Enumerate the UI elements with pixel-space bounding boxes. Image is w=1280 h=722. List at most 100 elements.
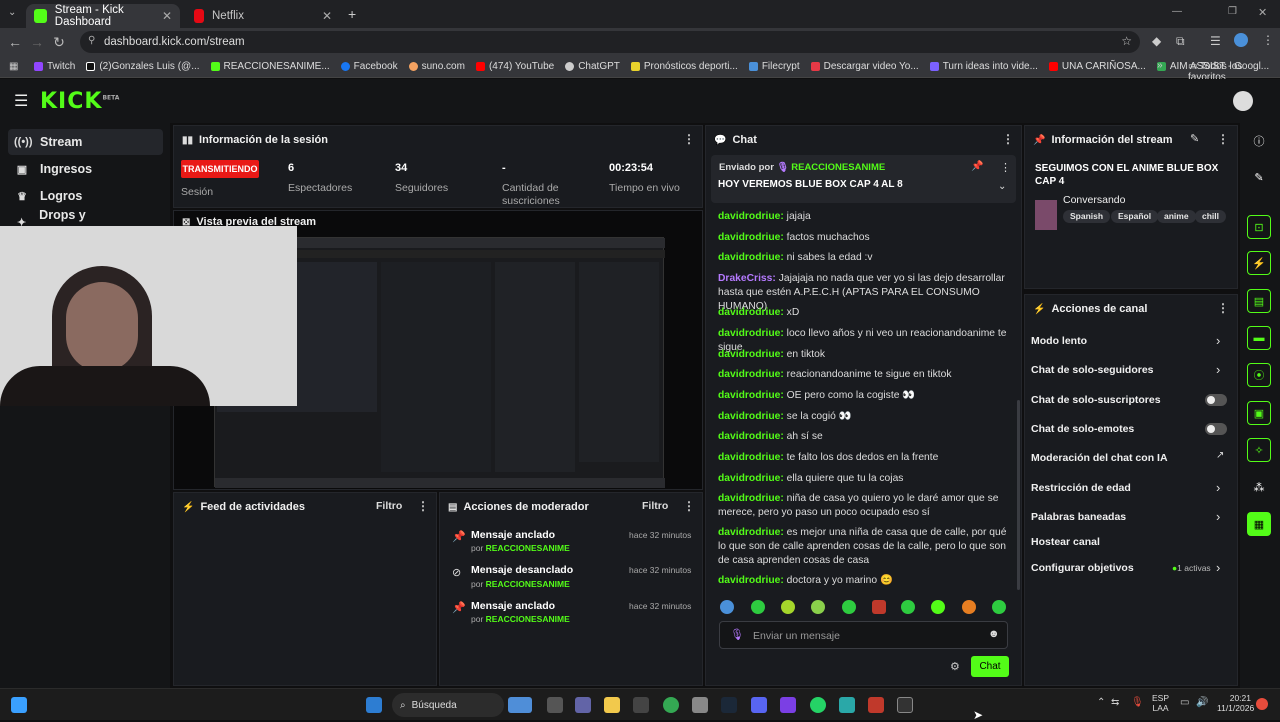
- search-highlight-icon[interactable]: [508, 697, 532, 713]
- url-field[interactable]: ⚲ dashboard.kick.com/stream ☆: [80, 31, 1140, 53]
- chat-message[interactable]: davidrodriue: te falto los dos dedos en …: [718, 451, 1008, 465]
- chat-menu-icon[interactable]: ⋮: [1002, 132, 1014, 146]
- chat-message[interactable]: davidrodriue: ni sabes la edad :v: [718, 251, 1008, 265]
- chat-message[interactable]: davidrodriue: xD: [718, 306, 1008, 320]
- file-explorer-icon[interactable]: [604, 697, 620, 713]
- chat-message[interactable]: davidrodriue: ah sí se: [718, 430, 1008, 444]
- task-view-icon[interactable]: [547, 697, 563, 713]
- volume-icon[interactable]: 🔊: [1196, 697, 1208, 708]
- emote-icon[interactable]: [872, 600, 886, 614]
- bookmark-item[interactable]: REACCIONESANIME...: [210, 61, 330, 72]
- taskbar-search[interactable]: ⌕ Búsqueda: [392, 693, 504, 717]
- extension-icon[interactable]: ◆: [1152, 34, 1161, 48]
- mod-menu-icon[interactable]: ⋮: [683, 499, 695, 513]
- network-icon[interactable]: ⇆: [1111, 697, 1119, 708]
- display-icon[interactable]: ▭: [1180, 697, 1189, 708]
- chat-message[interactable]: davidrodriue: en tiktok: [718, 348, 1008, 362]
- action-age-restriction[interactable]: Restricción de edad: [1031, 482, 1221, 494]
- action-followers-only[interactable]: Chat de solo-seguidores: [1031, 364, 1221, 376]
- bookmark-item[interactable]: (2)Gonzales Luis (@...: [86, 61, 200, 72]
- activity-filter-button[interactable]: Filtro: [376, 500, 402, 512]
- sidebar-item-ingresos[interactable]: ▣ Ingresos: [8, 156, 163, 182]
- notification-icon[interactable]: [1256, 698, 1268, 710]
- nodes-icon[interactable]: ⁂: [1247, 475, 1271, 499]
- tray-chevron-icon[interactable]: ⌃: [1097, 697, 1105, 708]
- minimize-icon[interactable]: —: [1172, 6, 1182, 17]
- close-tab-icon[interactable]: ✕: [162, 9, 172, 23]
- chevron-right-icon[interactable]: ›: [1216, 480, 1220, 495]
- site-info-icon[interactable]: ⚲: [88, 35, 95, 46]
- target-icon[interactable]: ⊡: [1247, 215, 1271, 239]
- teams-icon[interactable]: [575, 697, 591, 713]
- action-emotes-only[interactable]: Chat de solo-emotes: [1031, 423, 1221, 435]
- chat-message[interactable]: davidrodriue: factos muchachos: [718, 231, 1008, 245]
- chat-message[interactable]: davidrodriue: ella quiere que tu la coja…: [718, 472, 1008, 486]
- tag-chip[interactable]: chill: [1195, 210, 1227, 223]
- widgets-icon[interactable]: [11, 697, 27, 713]
- layout-icon[interactable]: ▣: [1247, 401, 1271, 425]
- back-icon[interactable]: ←: [4, 34, 26, 50]
- channel-menu-icon[interactable]: ⋮: [1217, 301, 1229, 315]
- steam-icon[interactable]: [721, 697, 737, 713]
- chrome-icon[interactable]: [663, 697, 679, 713]
- puzzle-icon[interactable]: ⧉: [1176, 34, 1185, 49]
- media-icon[interactable]: ☰: [1210, 34, 1221, 48]
- chat-input[interactable]: 🎙 Enviar un mensaje ☻: [719, 621, 1008, 649]
- discord-icon[interactable]: [751, 697, 767, 713]
- chat-settings-gear-icon[interactable]: ⚙: [950, 660, 960, 673]
- action-slow-mode[interactable]: Modo lento: [1031, 335, 1221, 347]
- broadcast-icon[interactable]: ⦿: [1247, 363, 1271, 387]
- tag-chip[interactable]: Español: [1111, 210, 1159, 223]
- document-icon[interactable]: ▤: [1247, 289, 1271, 313]
- pinned-menu-icon[interactable]: ⋮: [1000, 161, 1011, 174]
- chevron-down-icon[interactable]: ⌄: [998, 181, 1006, 192]
- bookmark-item[interactable]: Turn ideas into vide...: [929, 61, 1038, 72]
- chat-message[interactable]: davidrodriue: OE pero como la cogiste 👀: [718, 389, 1008, 403]
- chat-scrollbar[interactable]: [1017, 400, 1020, 590]
- action-banned-words[interactable]: Palabras baneadas: [1031, 511, 1221, 523]
- clapper-icon[interactable]: ▦: [1247, 512, 1271, 536]
- chat-send-button[interactable]: Chat: [971, 656, 1009, 677]
- chevron-right-icon[interactable]: ›: [1216, 509, 1220, 524]
- close-tab-icon[interactable]: ✕: [322, 9, 332, 23]
- bookmark-item[interactable]: ChatGPT: [565, 61, 620, 72]
- tab-netflix[interactable]: Netflix ✕: [186, 4, 340, 28]
- external-link-icon[interactable]: ↗: [1216, 450, 1224, 461]
- info-icon[interactable]: ⓘ: [1247, 129, 1271, 153]
- sidebar-item-logros[interactable]: ♛ Logros: [8, 183, 163, 209]
- window-close-icon[interactable]: ✕: [1258, 6, 1267, 19]
- emote-icon[interactable]: [781, 600, 795, 614]
- action-subs-only[interactable]: Chat de solo-suscriptores: [1031, 394, 1221, 406]
- bookmark-item[interactable]: (474) YouTube: [475, 61, 554, 72]
- tab-search-icon[interactable]: ⌄: [8, 7, 16, 18]
- emote-icon[interactable]: [962, 600, 976, 614]
- tab-kick-dashboard[interactable]: Stream - Kick Dashboard ✕: [26, 4, 180, 28]
- tag-chip[interactable]: anime: [1157, 210, 1196, 223]
- emote-icon[interactable]: [811, 600, 825, 614]
- action-host-channel[interactable]: Hostear canal: [1031, 536, 1221, 548]
- forward-icon[interactable]: →: [26, 34, 48, 50]
- hamburger-menu-icon[interactable]: ☰: [14, 91, 28, 111]
- category-name[interactable]: Conversando: [1063, 194, 1125, 206]
- mic-muted-icon[interactable]: 🎙: [1131, 697, 1144, 708]
- emote-icon[interactable]: [720, 600, 734, 614]
- bookmark-item[interactable]: Pronósticos deporti...: [630, 61, 738, 72]
- bookmark-item[interactable]: Facebook: [340, 61, 398, 72]
- language-indicator[interactable]: ESP LAA: [1152, 693, 1169, 713]
- clock[interactable]: 20:21 11/1/2026: [1217, 693, 1254, 713]
- bookmark-item[interactable]: suno.com: [408, 61, 465, 72]
- emote-icon[interactable]: [931, 600, 945, 614]
- app-icon[interactable]: [780, 697, 796, 713]
- maximize-icon[interactable]: ❐: [1228, 6, 1237, 17]
- pencil-icon[interactable]: ✎: [1247, 165, 1271, 189]
- microphone-icon[interactable]: 🎙: [730, 628, 744, 641]
- chat-message[interactable]: davidrodriue: doctora y yo marino 😊: [718, 574, 1008, 588]
- chevron-right-icon[interactable]: ›: [1216, 560, 1220, 575]
- mod-filter-button[interactable]: Filtro: [642, 500, 668, 512]
- bookmark-item[interactable]: UNA CARIÑOSA...: [1048, 61, 1146, 72]
- tag-chip[interactable]: Spanish: [1063, 210, 1111, 223]
- app-icon[interactable]: [692, 697, 708, 713]
- chat-message[interactable]: davidrodriue: jajaja: [718, 210, 1008, 224]
- stream-info-menu-icon[interactable]: ⋮: [1217, 132, 1229, 146]
- apps-grid-icon[interactable]: ▦: [9, 61, 18, 72]
